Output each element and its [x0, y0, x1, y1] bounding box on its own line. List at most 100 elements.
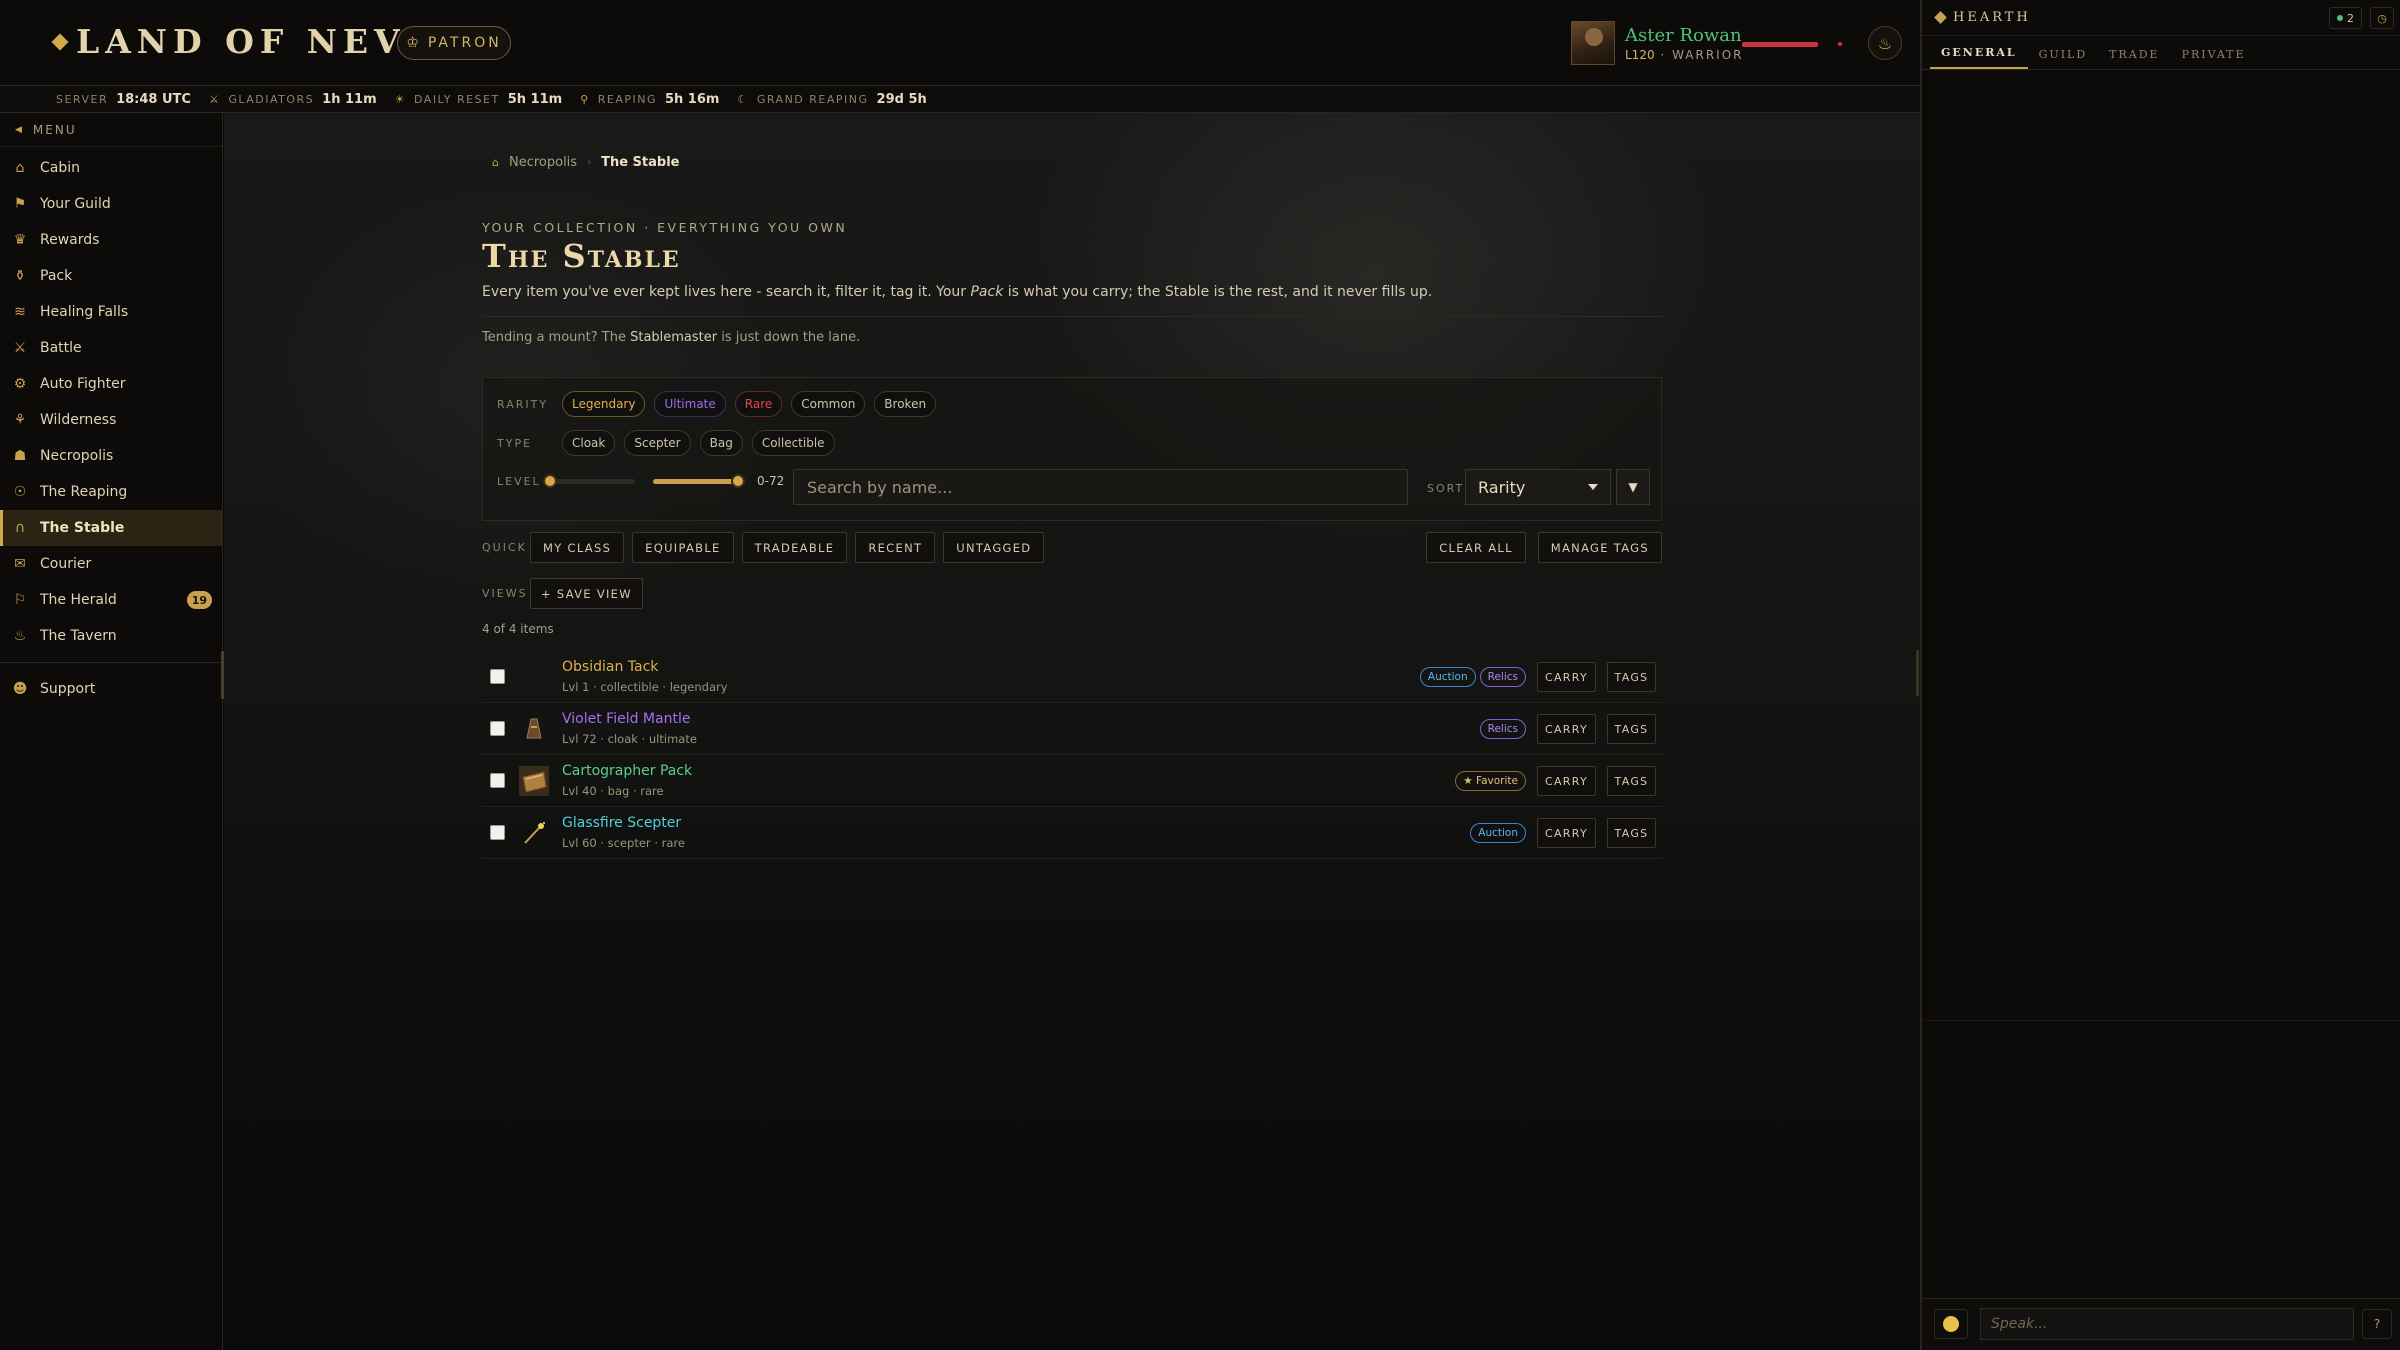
sidebar-item-support[interactable]: ☻ Support — [0, 671, 222, 707]
chat-input-bar: Speak... ? — [1922, 1298, 2400, 1350]
sidebar-item-necropolis[interactable]: ☗ Necropolis — [0, 438, 222, 474]
quick-my-class-button[interactable]: MY CLASS — [530, 532, 625, 563]
type-chip-bag[interactable]: Bag — [699, 430, 743, 456]
quick-tradeable-button[interactable]: TRADEABLE — [741, 532, 848, 563]
list-item[interactable]: Obsidian Tack Lvl 1 · collectible · legen… — [482, 651, 1662, 703]
patron-button[interactable]: ♔ PATRON — [397, 26, 511, 60]
type-chip-scepter[interactable]: Scepter — [624, 430, 691, 456]
sort-select[interactable]: Rarity — [1465, 469, 1611, 505]
save-view-button[interactable]: + SAVE VIEW — [530, 578, 643, 609]
player-class: WARRIOR — [1672, 47, 1744, 62]
level-min-slider[interactable] — [543, 471, 639, 491]
sidebar-item-battle[interactable]: ⚔ Battle — [0, 330, 222, 366]
carry-button[interactable]: CARRY — [1537, 818, 1596, 848]
player-card[interactable]: Aster Rowan L120 · WARRIOR — [1571, 21, 1743, 65]
select-checkbox[interactable] — [490, 721, 505, 736]
sidebar-item-the-herald[interactable]: ⚐ The Herald 19 — [0, 582, 222, 618]
list-item[interactable]: Glassfire Scepter Lvl 60 · scepter · rare… — [482, 807, 1662, 859]
tab-trade[interactable]: TRADE — [2098, 48, 2170, 69]
item-name[interactable]: Obsidian Tack — [562, 659, 658, 675]
rarity-label: RARITY — [497, 397, 549, 411]
item-meta: Lvl 72 · cloak · ultimate — [562, 732, 697, 746]
tab-private[interactable]: PRIVATE — [2171, 48, 2257, 69]
list-item[interactable]: Cartographer Pack Lvl 40 · bag · rare ★ Fa… — [482, 755, 1662, 807]
tag-auction[interactable]: Auction — [1419, 667, 1476, 687]
rarity-filter-row: RARITY Legendary Ultimate Rare Common Broken — [497, 391, 945, 417]
horseshoe-icon: ∩ — [14, 520, 26, 536]
help-button[interactable]: ? — [2362, 1309, 2392, 1339]
tags-button[interactable]: TAGS — [1607, 714, 1656, 744]
chat-input[interactable]: Speak... — [1980, 1308, 2354, 1340]
breadcrumb-necropolis[interactable]: Necropolis — [509, 155, 577, 170]
select-checkbox[interactable] — [490, 773, 505, 788]
select-checkbox[interactable] — [490, 669, 505, 684]
item-name[interactable]: Cartographer Pack — [562, 763, 692, 779]
carry-button[interactable]: CARRY — [1537, 714, 1596, 744]
sidebar-item-courier[interactable]: ✉ Courier — [0, 546, 222, 582]
slider-thumb[interactable] — [543, 474, 557, 488]
timer-value: 29d 5h — [876, 91, 927, 107]
reaping-icon: ☉ — [13, 484, 27, 500]
tag-relics[interactable]: Relics — [1479, 719, 1526, 739]
online-count-badge[interactable]: 2 — [2329, 7, 2362, 29]
rarity-chip-rare[interactable]: Rare — [734, 391, 783, 417]
rarity-chip-legendary[interactable]: Legendary — [562, 391, 646, 417]
quick-equipable-button[interactable]: EQUIPABLE — [632, 532, 734, 563]
tags-button[interactable]: TAGS — [1607, 662, 1656, 692]
menu-toggle[interactable]: ◀ MENU — [0, 113, 222, 147]
rarity-chip-ultimate[interactable]: Ultimate — [654, 391, 726, 417]
chat-messages — [1922, 72, 2400, 1020]
sidebar-item-wilderness[interactable]: ⚘ Wilderness — [0, 402, 222, 438]
nav-list: ⌂ Cabin ⚑ Your Guild ♛ Rewards ⚱ Pack ≋ Healing F… — [0, 147, 222, 654]
rarity-chip-common[interactable]: Common — [791, 391, 866, 417]
sort-direction-button[interactable]: ▼ — [1616, 469, 1650, 505]
clear-all-button[interactable]: CLEAR ALL — [1426, 532, 1526, 563]
sidebar-item-auto-fighter[interactable]: ⚙ Auto Fighter — [0, 366, 222, 402]
rarity-chip-broken[interactable]: Broken — [874, 391, 937, 417]
sidebar-item-the-reaping[interactable]: ☉ The Reaping — [0, 474, 222, 510]
sidebar-item-pack[interactable]: ⚱ Pack — [0, 258, 222, 294]
quick-recent-button[interactable]: RECENT — [855, 532, 936, 563]
sidebar-item-your-guild[interactable]: ⚑ Your Guild — [0, 186, 222, 222]
list-item[interactable]: Violet Field Mantle Lvl 72 · cloak · ulti… — [482, 703, 1662, 755]
carry-button[interactable]: CARRY — [1537, 766, 1596, 796]
type-chip-collectible[interactable]: Collectible — [751, 430, 835, 456]
tab-general[interactable]: GENERAL — [1930, 46, 2028, 69]
emoji-button[interactable] — [1934, 1309, 1968, 1339]
level-max-slider[interactable] — [649, 471, 745, 491]
sidebar-item-healing-falls[interactable]: ≋ Healing Falls — [0, 294, 222, 330]
star-icon: ★ — [1463, 775, 1473, 787]
sidebar-item-rewards[interactable]: ♛ Rewards — [0, 222, 222, 258]
tag-favorite[interactable]: ★ Favorite — [1455, 771, 1526, 791]
type-chip-cloak[interactable]: Cloak — [562, 430, 616, 456]
select-checkbox[interactable] — [490, 825, 505, 840]
carry-button[interactable]: CARRY — [1537, 662, 1596, 692]
avatar[interactable] — [1571, 21, 1615, 65]
tags-button[interactable]: TAGS — [1607, 818, 1656, 848]
chat-resize-handle[interactable] — [1916, 650, 1919, 696]
item-name[interactable]: Glassfire Scepter — [562, 815, 681, 831]
sidebar-item-cabin[interactable]: ⌂ Cabin — [0, 150, 222, 186]
battle-icon: ⚔ — [13, 340, 27, 356]
timer-gladiators: ⚔ GLADIATORS 1h 11m — [209, 92, 377, 107]
player-level-class: L120 · WARRIOR — [1625, 48, 1743, 62]
quick-label: QUICK — [482, 541, 527, 554]
timer-label: REAPING — [597, 92, 657, 106]
sort-label: SORT — [1427, 482, 1465, 495]
tag-relics[interactable]: Relics — [1479, 667, 1526, 687]
stablemaster-link[interactable]: Stablemaster — [630, 330, 717, 345]
tags-button[interactable]: TAGS — [1607, 766, 1656, 796]
tag-auction[interactable]: Auction — [1470, 823, 1526, 843]
slider-thumb[interactable] — [731, 474, 745, 488]
flame-button[interactable]: ♨ — [1868, 26, 1902, 60]
search-input[interactable]: Search by name... — [793, 469, 1408, 505]
quick-untagged-button[interactable]: UNTAGGED — [943, 532, 1045, 563]
sidebar-item-the-stable[interactable]: ∩ The Stable — [0, 510, 222, 546]
sidebar-item-the-tavern[interactable]: ♨ The Tavern — [0, 618, 222, 654]
clock-button[interactable]: ◷ — [2370, 7, 2394, 29]
notification-badge: 19 — [186, 591, 212, 609]
tab-guild[interactable]: GUILD — [2028, 48, 2099, 69]
flame-icon: ♨ — [1877, 33, 1893, 53]
item-name[interactable]: Violet Field Mantle — [562, 711, 690, 727]
manage-tags-button[interactable]: MANAGE TAGS — [1537, 532, 1662, 563]
